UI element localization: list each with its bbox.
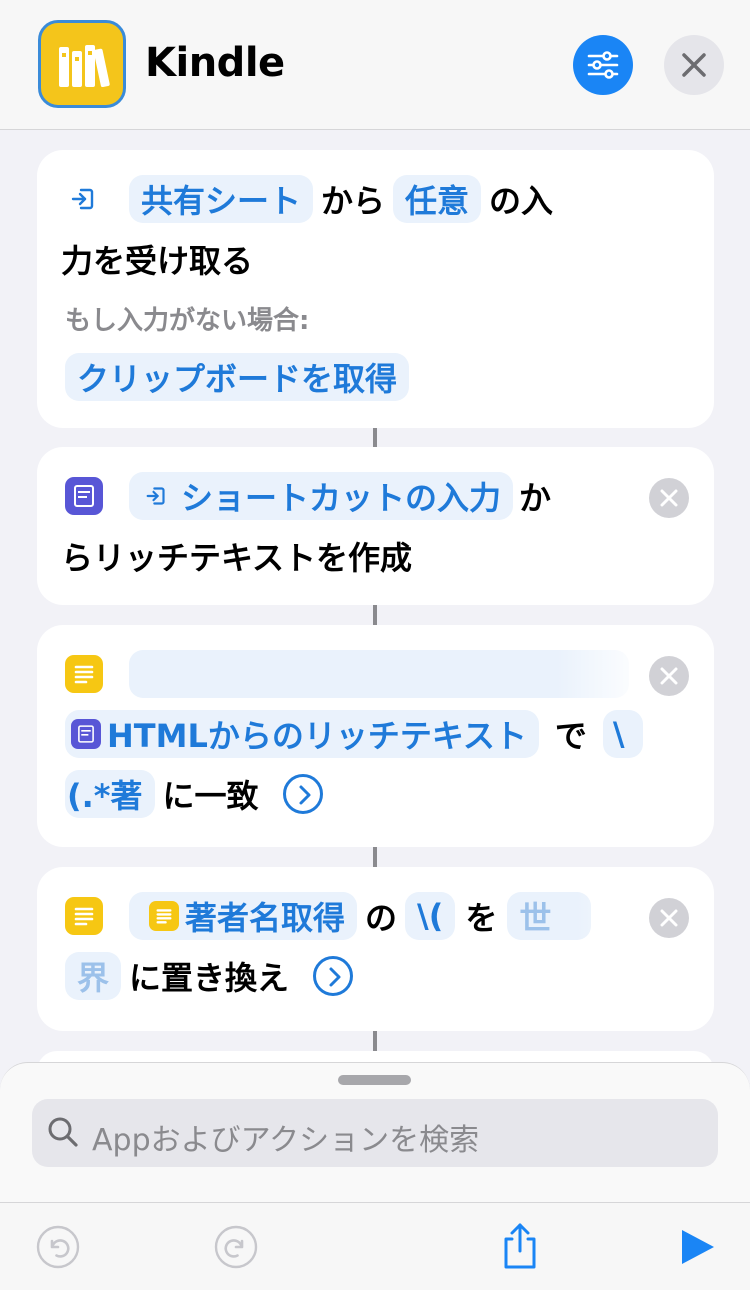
chevron-right-icon[interactable] [313,956,354,996]
label-of: の [365,899,398,937]
fade-overlay [557,625,647,715]
any-type-pill[interactable]: 任意 [393,175,482,223]
action-make-rich-text[interactable]: ショートカットの入力 か らリッチテキストを作成 [37,447,714,605]
header: Kindle [0,0,750,130]
label-no-input: の入 [489,182,554,220]
regex-pill-continued[interactable]: (.*著 [65,770,155,818]
input-icon [65,181,101,217]
input-icon [141,481,171,511]
redo-icon[interactable] [214,1225,258,1273]
label-match: に一致 [162,777,259,815]
label-with: で [554,717,587,755]
rich-text-from-html-label: HTMLからのリッチテキスト [107,717,527,755]
action-replace-text[interactable]: 著者名取得 の \( を 世 界 に置き換え [37,867,714,1031]
rich-text-icon [65,477,103,515]
remove-action-button[interactable] [649,478,689,518]
regex-pattern-field[interactable] [129,650,629,698]
text-icon [65,655,103,693]
shortcut-input-pill[interactable]: ショートカットの入力 [129,472,514,520]
sheet-grabber[interactable] [338,1075,411,1085]
label-make-rich-text: らリッチテキストを作成 [61,539,413,577]
action-match-text[interactable]: HTMLからのリッチテキスト で \ (.*著 に一致 [37,625,714,847]
shortcut-input-label: ショートカットの入力 [181,479,502,517]
text-icon [149,901,179,931]
books-icon[interactable] [38,20,126,108]
label-to: を [465,899,498,937]
search-icon [48,1117,78,1147]
sliders-icon[interactable] [573,35,633,95]
regex-pill-start[interactable]: \ [602,710,643,758]
bottom-toolbar [0,1202,750,1290]
share-icon[interactable] [498,1221,542,1275]
action-search-sheet: Appおよびアクションを検索 [0,1062,750,1202]
remove-action-button[interactable] [649,656,689,696]
replace-text-pill-continued[interactable]: 界 [65,952,122,1000]
undo-icon[interactable] [36,1225,80,1273]
app-title: Kindle [145,40,285,86]
play-icon[interactable] [678,1227,718,1271]
text-icon [65,897,103,935]
author-name-variable-pill[interactable]: 著者名取得 [129,892,358,940]
share-sheet-pill[interactable]: 共有シート [129,175,314,223]
author-name-label: 著者名取得 [185,899,346,937]
get-clipboard-pill[interactable]: クリップボードを取得 [65,353,410,401]
find-text-pill[interactable]: \( [405,892,456,940]
action-receive-input[interactable]: 共有シート から 任意 の入 力を受け取る もし入力がない場合: クリップボード… [37,150,714,428]
label-from: から [321,182,386,220]
search-input[interactable]: Appおよびアクションを検索 [32,1099,718,1167]
label-replace: に置き換え [129,959,290,997]
connector-line [373,1031,377,1051]
search-placeholder: Appおよびアクションを検索 [92,1123,480,1158]
chevron-right-icon[interactable] [282,774,323,814]
label-from: か [519,479,552,517]
label-receive: 力を受け取る [61,242,254,280]
remove-action-button[interactable] [649,898,689,938]
connector-line [373,605,377,625]
rich-text-from-html-pill[interactable]: HTMLからのリッチテキスト [65,710,539,758]
fallback-label: もし入力がない場合: [65,305,310,336]
rich-text-icon [71,719,101,749]
connector-line [373,428,377,447]
connector-line [373,847,377,867]
close-icon[interactable] [664,35,724,95]
